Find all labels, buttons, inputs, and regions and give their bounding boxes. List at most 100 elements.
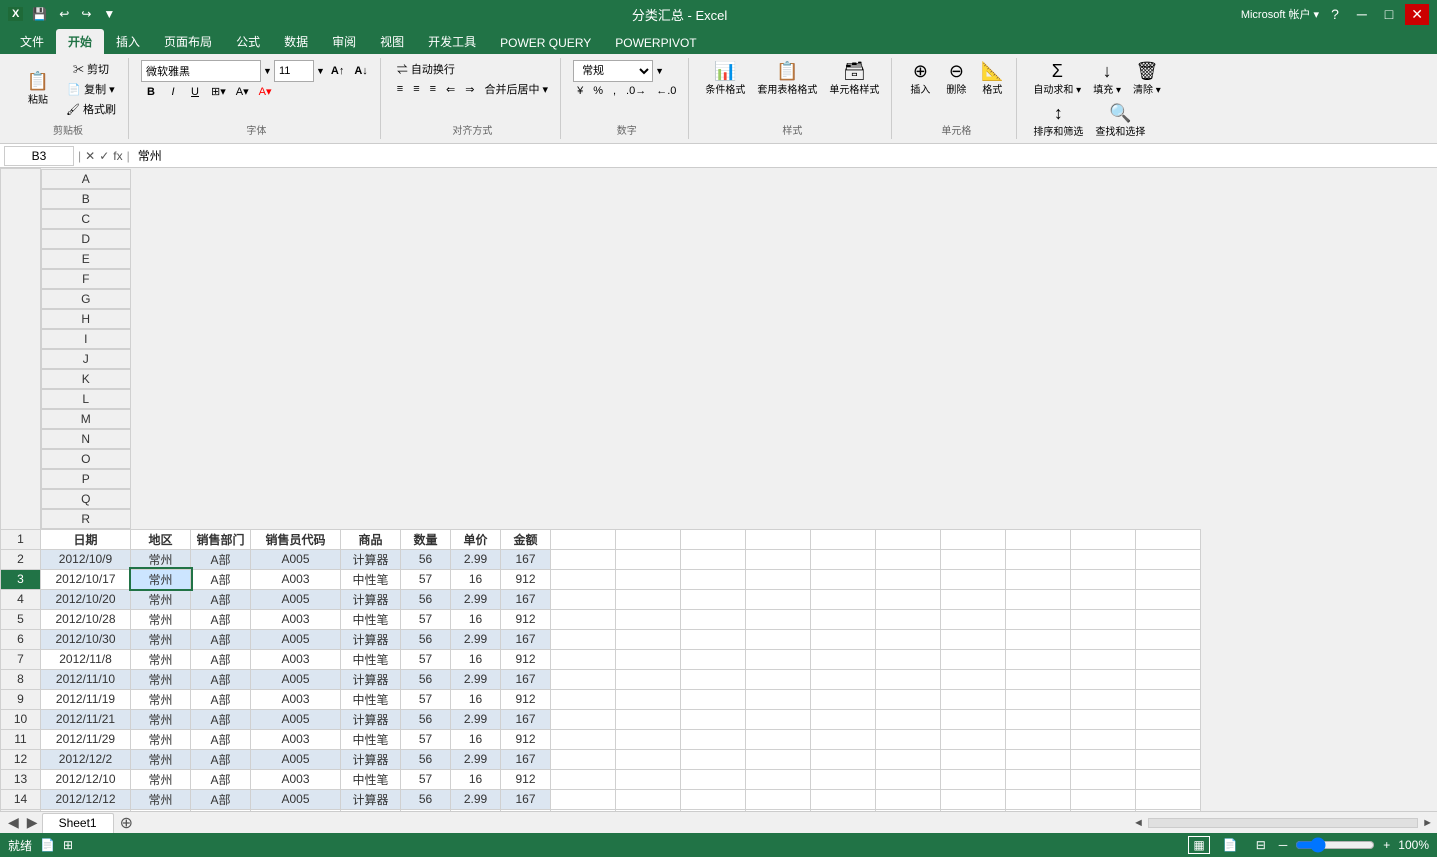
cell[interactable]: 常州 bbox=[131, 649, 191, 669]
thousand-sep-btn[interactable]: , bbox=[609, 84, 620, 98]
empty-cell[interactable] bbox=[681, 629, 746, 649]
cell[interactable]: 2012/11/21 bbox=[41, 709, 131, 729]
cell[interactable]: A005 bbox=[251, 549, 341, 569]
tab-page-layout[interactable]: 页面布局 bbox=[152, 29, 224, 54]
cell[interactable]: 计算器 bbox=[341, 749, 401, 769]
cell[interactable]: 计算器 bbox=[341, 669, 401, 689]
help-btn[interactable]: ? bbox=[1325, 4, 1345, 24]
empty-cell[interactable] bbox=[941, 689, 1006, 709]
empty-cell[interactable] bbox=[616, 609, 681, 629]
increase-font-btn[interactable]: A↑ bbox=[327, 64, 348, 78]
empty-cell[interactable] bbox=[811, 629, 876, 649]
cell[interactable]: 2012/10/17 bbox=[41, 569, 131, 589]
decrease-decimal-btn[interactable]: ←.0 bbox=[652, 84, 680, 98]
empty-cell[interactable] bbox=[941, 549, 1006, 569]
empty-cell[interactable] bbox=[1136, 689, 1201, 709]
empty-cell[interactable] bbox=[941, 609, 1006, 629]
empty-cell[interactable] bbox=[1136, 709, 1201, 729]
empty-cell[interactable] bbox=[941, 809, 1006, 811]
font-name-dropdown[interactable]: ▼ bbox=[263, 66, 272, 76]
empty-cell[interactable] bbox=[616, 809, 681, 811]
col-header-P[interactable]: P bbox=[41, 469, 131, 489]
cell[interactable]: 计算器 bbox=[341, 709, 401, 729]
empty-cell[interactable] bbox=[876, 789, 941, 809]
empty-cell[interactable] bbox=[941, 709, 1006, 729]
col-header-A[interactable]: A bbox=[41, 169, 131, 189]
col-header-I[interactable]: I bbox=[41, 329, 131, 349]
cell[interactable]: 57 bbox=[401, 649, 451, 669]
cell[interactable]: 57 bbox=[401, 729, 451, 749]
cell[interactable]: 16 bbox=[451, 649, 501, 669]
cell-styles-btn[interactable]: 🗃 单元格样式 bbox=[825, 60, 883, 98]
tab-data[interactable]: 数据 bbox=[272, 29, 320, 54]
percent-btn[interactable]: % bbox=[589, 84, 607, 98]
user-account[interactable]: Microsoft 帐户 ▾ bbox=[1241, 6, 1319, 22]
empty-cell[interactable] bbox=[1136, 789, 1201, 809]
tab-insert[interactable]: 插入 bbox=[104, 29, 152, 54]
col-header-M[interactable]: M bbox=[41, 409, 131, 429]
empty-cell[interactable] bbox=[681, 609, 746, 629]
cell[interactable]: 中性笔 bbox=[341, 769, 401, 789]
col-header-Q[interactable]: Q bbox=[41, 489, 131, 509]
empty-cell[interactable] bbox=[811, 709, 876, 729]
empty-cell[interactable] bbox=[1071, 769, 1136, 789]
cell[interactable]: 常州 bbox=[131, 709, 191, 729]
cell[interactable]: 56 bbox=[401, 709, 451, 729]
grid-scroll[interactable]: A B C D E F G H I J K L M N O bbox=[0, 168, 1437, 811]
empty-cell[interactable] bbox=[746, 669, 811, 689]
empty-cell[interactable] bbox=[1136, 549, 1201, 569]
empty-cell[interactable] bbox=[811, 689, 876, 709]
autosum-btn[interactable]: Σ 自动求和 ▾ bbox=[1029, 60, 1085, 98]
empty-cell[interactable] bbox=[941, 789, 1006, 809]
cell[interactable]: 16 bbox=[451, 809, 501, 811]
scroll-tabs-right-btn[interactable]: ▶ bbox=[23, 814, 42, 831]
col-header-N[interactable]: N bbox=[41, 429, 131, 449]
empty-cell[interactable] bbox=[746, 749, 811, 769]
bold-btn[interactable]: B bbox=[141, 85, 161, 99]
page-break-btn[interactable]: ⊟ bbox=[1251, 836, 1271, 854]
cell[interactable]: 常州 bbox=[131, 809, 191, 811]
empty-cell[interactable] bbox=[551, 729, 616, 749]
empty-cell[interactable] bbox=[551, 549, 616, 569]
empty-cell[interactable] bbox=[876, 649, 941, 669]
increase-indent-btn[interactable]: ⇒ bbox=[461, 82, 478, 97]
restore-btn[interactable]: □ bbox=[1379, 4, 1399, 24]
tab-home[interactable]: 开始 bbox=[56, 29, 104, 54]
formula-input[interactable] bbox=[134, 149, 1433, 163]
cell[interactable]: 2.99 bbox=[451, 749, 501, 769]
cell[interactable]: 计算器 bbox=[341, 629, 401, 649]
font-size-dropdown[interactable]: ▼ bbox=[316, 66, 325, 76]
empty-cell[interactable] bbox=[1006, 769, 1071, 789]
cell[interactable]: A部 bbox=[191, 809, 251, 811]
increase-decimal-btn[interactable]: .0→ bbox=[622, 84, 650, 98]
header-salesperson[interactable]: 销售员代码 bbox=[251, 529, 341, 549]
redo-btn[interactable]: ↪ bbox=[78, 6, 94, 22]
cell[interactable]: 2012/11/8 bbox=[41, 649, 131, 669]
cell[interactable]: 912 bbox=[501, 649, 551, 669]
empty-cell[interactable] bbox=[1006, 809, 1071, 811]
cell[interactable]: A部 bbox=[191, 749, 251, 769]
cell[interactable]: A部 bbox=[191, 769, 251, 789]
empty-cell[interactable] bbox=[876, 809, 941, 811]
merge-center-btn[interactable]: 合并后居中 ▾ bbox=[480, 80, 552, 98]
empty-cell[interactable] bbox=[616, 669, 681, 689]
empty-cell[interactable] bbox=[551, 569, 616, 589]
align-left-btn[interactable]: ≡ bbox=[393, 82, 407, 96]
empty-cell[interactable] bbox=[681, 669, 746, 689]
underline-btn[interactable]: U bbox=[185, 85, 205, 99]
align-center-btn[interactable]: ≡ bbox=[409, 82, 423, 96]
cell[interactable]: 16 bbox=[451, 769, 501, 789]
empty-cell[interactable] bbox=[1071, 649, 1136, 669]
cell[interactable]: 57 bbox=[401, 769, 451, 789]
col-header-R[interactable]: R bbox=[41, 509, 131, 529]
empty-cell[interactable] bbox=[616, 709, 681, 729]
cell[interactable]: A003 bbox=[251, 769, 341, 789]
empty-cell[interactable] bbox=[746, 569, 811, 589]
header-date[interactable]: 日期 bbox=[41, 529, 131, 549]
empty-cell[interactable] bbox=[941, 669, 1006, 689]
paste-btn[interactable]: 📋 粘贴 bbox=[16, 70, 60, 108]
cell[interactable]: 常州 bbox=[131, 589, 191, 609]
empty-cell[interactable] bbox=[616, 569, 681, 589]
copy-btn[interactable]: 📄 复制 ▾ bbox=[62, 80, 120, 98]
cell[interactable]: 中性笔 bbox=[341, 809, 401, 811]
